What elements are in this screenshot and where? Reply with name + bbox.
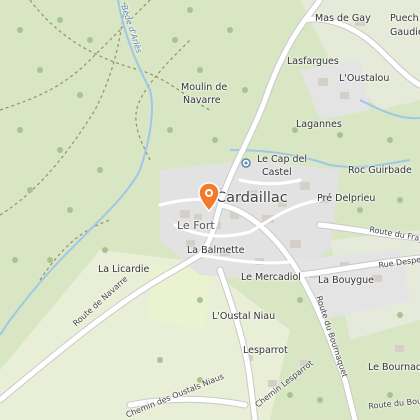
- place-label-oustalou: L'Oustalou: [339, 73, 390, 84]
- place-label-lasfargues: Lasfargues: [287, 56, 339, 67]
- place-label-la-licardie: La Licardie: [98, 264, 150, 275]
- map-pin-icon[interactable]: [197, 182, 221, 212]
- place-label-pre-delprieu: Pré Delprieu: [317, 193, 376, 204]
- place-label-cap-del: Le Cap del: [257, 154, 308, 165]
- place-label-navarre: Navarre: [183, 95, 221, 106]
- place-label-la-bouygue: La Bouygue: [318, 275, 375, 286]
- place-label-mas-de-gay: Mas de Gay: [315, 13, 371, 24]
- place-label-la-balmette: La Balmette: [187, 245, 245, 256]
- place-label-cardaillac: Cardaillac: [216, 190, 288, 206]
- viewpoint-icon: [241, 158, 251, 168]
- place-label-puech: Puech: [390, 13, 419, 24]
- place-label-le-fort: Le Fort: [177, 219, 215, 232]
- place-label-castel: Castel: [262, 167, 292, 178]
- place-label-gaudie: Gaudie: [390, 27, 420, 38]
- place-label-moulin: Moulin de: [181, 82, 228, 93]
- place-label-roc-guirbade: Roc Guirbade: [348, 165, 412, 176]
- place-label-oustal-niau: L'Oustal Niau: [212, 311, 276, 322]
- place-label-lagannes: Lagannes: [296, 119, 342, 130]
- place-label-bournaquet: Le Bournaquet: [368, 362, 420, 373]
- map-canvas[interactable]: Mas de Gay Puech Gaudie Lasfargues L'Ous…: [0, 0, 420, 420]
- place-label-lesparrot: Lesparrot: [243, 345, 288, 356]
- place-label-le-mercadiol: Le Mercadiol: [241, 272, 301, 283]
